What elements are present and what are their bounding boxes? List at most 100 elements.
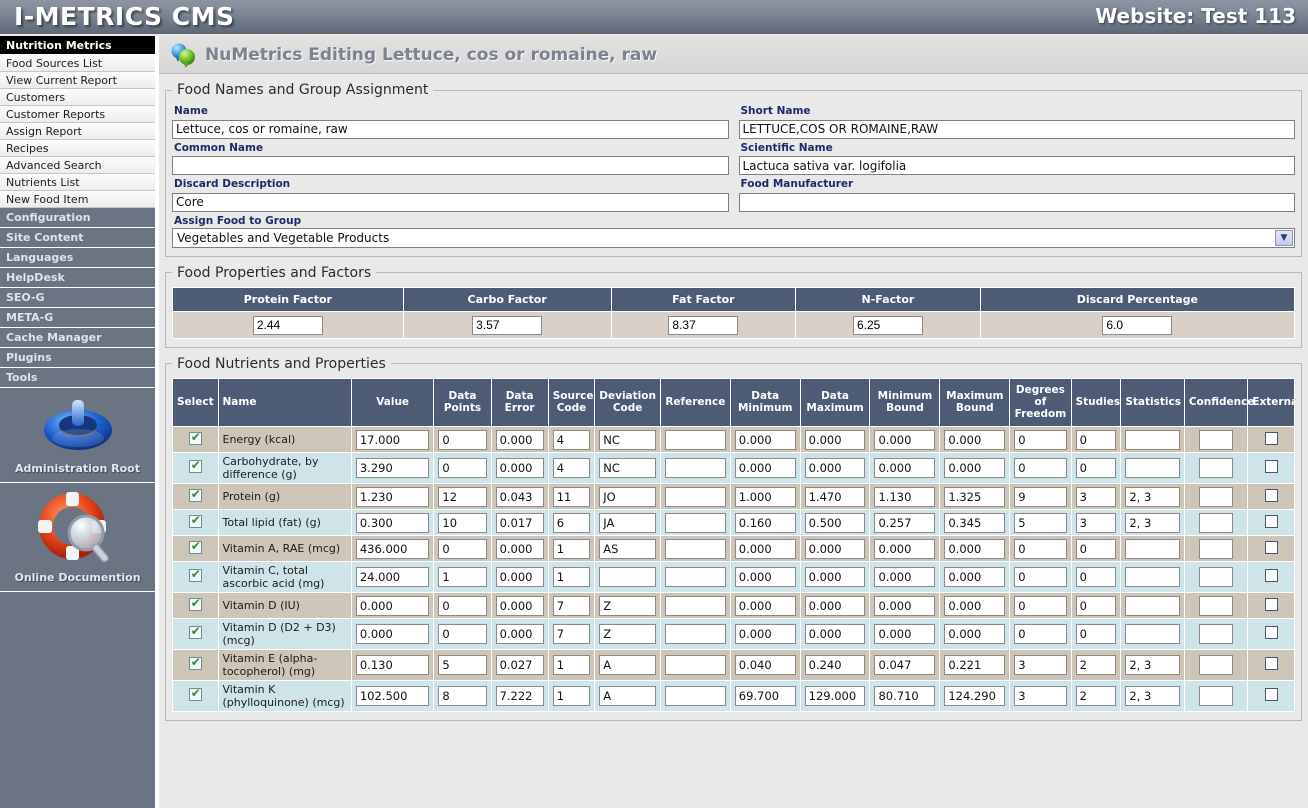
reference-input[interactable] — [665, 513, 726, 533]
maximum-bound-input[interactable] — [944, 430, 1005, 450]
deviation-code-input[interactable] — [599, 539, 656, 559]
row-select-checkbox[interactable] — [189, 688, 202, 701]
factor-input-n-factor[interactable] — [853, 316, 923, 335]
value-input[interactable] — [356, 655, 430, 675]
confidence-input[interactable] — [1199, 487, 1233, 507]
maximum-bound-input[interactable] — [944, 596, 1005, 616]
sidebar-tile-online-documentation[interactable]: Online Documention — [0, 483, 155, 592]
assign-food-to-group-select[interactable]: Vegetables and Vegetable Products — [172, 228, 1295, 248]
reference-input[interactable] — [665, 458, 726, 478]
statistics-input[interactable] — [1125, 596, 1180, 616]
source-code-input[interactable] — [553, 430, 591, 450]
reference-input[interactable] — [665, 430, 726, 450]
degrees-of-freedom-input[interactable] — [1014, 567, 1066, 587]
data-minimum-input[interactable] — [735, 487, 796, 507]
data-minimum-input[interactable] — [735, 513, 796, 533]
confidence-input[interactable] — [1199, 596, 1233, 616]
data-maximum-input[interactable] — [805, 539, 866, 559]
confidence-input[interactable] — [1199, 539, 1233, 559]
confidence-input[interactable] — [1199, 430, 1233, 450]
data-maximum-input[interactable] — [805, 487, 866, 507]
food-manufacturer-input[interactable] — [739, 193, 1296, 212]
maximum-bound-input[interactable] — [944, 539, 1005, 559]
confidence-input[interactable] — [1199, 655, 1233, 675]
external-checkbox[interactable] — [1265, 569, 1278, 582]
reference-input[interactable] — [665, 686, 726, 706]
degrees-of-freedom-input[interactable] — [1014, 487, 1066, 507]
deviation-code-input[interactable] — [599, 655, 656, 675]
reference-input[interactable] — [665, 487, 726, 507]
data-points-input[interactable] — [438, 513, 486, 533]
statistics-input[interactable] — [1125, 458, 1180, 478]
data-error-input[interactable] — [496, 430, 544, 450]
data-maximum-input[interactable] — [805, 430, 866, 450]
sidebar-section-cache-manager[interactable]: Cache Manager — [0, 328, 155, 348]
data-points-input[interactable] — [438, 487, 486, 507]
studies-input[interactable] — [1076, 624, 1117, 644]
data-points-input[interactable] — [438, 686, 486, 706]
value-input[interactable] — [356, 513, 430, 533]
sidebar-section-tools[interactable]: Tools — [0, 368, 155, 388]
name-input[interactable] — [172, 120, 729, 139]
studies-input[interactable] — [1076, 539, 1117, 559]
degrees-of-freedom-input[interactable] — [1014, 624, 1066, 644]
statistics-input[interactable] — [1125, 686, 1180, 706]
statistics-input[interactable] — [1125, 487, 1180, 507]
data-minimum-input[interactable] — [735, 655, 796, 675]
factor-input-protein-factor[interactable] — [253, 316, 323, 335]
sidebar-item-new-food-item[interactable]: New Food Item — [0, 191, 155, 208]
maximum-bound-input[interactable] — [944, 624, 1005, 644]
sidebar-item-recipes[interactable]: Recipes — [0, 140, 155, 157]
data-points-input[interactable] — [438, 655, 486, 675]
data-minimum-input[interactable] — [735, 624, 796, 644]
data-error-input[interactable] — [496, 624, 544, 644]
data-maximum-input[interactable] — [805, 458, 866, 478]
data-error-input[interactable] — [496, 596, 544, 616]
data-maximum-input[interactable] — [805, 624, 866, 644]
data-maximum-input[interactable] — [805, 513, 866, 533]
value-input[interactable] — [356, 567, 430, 587]
minimum-bound-input[interactable] — [874, 458, 935, 478]
degrees-of-freedom-input[interactable] — [1014, 655, 1066, 675]
row-select-checkbox[interactable] — [189, 657, 202, 670]
sidebar-item-nutrition-metrics[interactable]: Nutrition Metrics — [0, 36, 155, 55]
discard-description-input[interactable] — [172, 193, 729, 212]
minimum-bound-input[interactable] — [874, 686, 935, 706]
factor-input-fat-factor[interactable] — [668, 316, 738, 335]
data-maximum-input[interactable] — [805, 686, 866, 706]
data-minimum-input[interactable] — [735, 539, 796, 559]
deviation-code-input[interactable] — [599, 458, 656, 478]
studies-input[interactable] — [1076, 430, 1117, 450]
confidence-input[interactable] — [1199, 567, 1233, 587]
row-select-checkbox[interactable] — [189, 569, 202, 582]
degrees-of-freedom-input[interactable] — [1014, 596, 1066, 616]
studies-input[interactable] — [1076, 487, 1117, 507]
studies-input[interactable] — [1076, 458, 1117, 478]
data-points-input[interactable] — [438, 430, 486, 450]
source-code-input[interactable] — [553, 458, 591, 478]
reference-input[interactable] — [665, 567, 726, 587]
data-error-input[interactable] — [496, 513, 544, 533]
maximum-bound-input[interactable] — [944, 567, 1005, 587]
external-checkbox[interactable] — [1265, 598, 1278, 611]
reference-input[interactable] — [665, 596, 726, 616]
confidence-input[interactable] — [1199, 458, 1233, 478]
data-error-input[interactable] — [496, 458, 544, 478]
reference-input[interactable] — [665, 624, 726, 644]
external-checkbox[interactable] — [1265, 432, 1278, 445]
degrees-of-freedom-input[interactable] — [1014, 539, 1066, 559]
chevron-down-icon[interactable]: ▼ — [1275, 230, 1293, 246]
deviation-code-input[interactable] — [599, 686, 656, 706]
source-code-input[interactable] — [553, 539, 591, 559]
studies-input[interactable] — [1076, 513, 1117, 533]
data-minimum-input[interactable] — [735, 430, 796, 450]
sidebar-item-customer-reports[interactable]: Customer Reports — [0, 106, 155, 123]
sidebar-section-configuration[interactable]: Configuration — [0, 208, 155, 228]
external-checkbox[interactable] — [1265, 541, 1278, 554]
statistics-input[interactable] — [1125, 513, 1180, 533]
sidebar-section-helpdesk[interactable]: HelpDesk — [0, 268, 155, 288]
external-checkbox[interactable] — [1265, 515, 1278, 528]
data-minimum-input[interactable] — [735, 596, 796, 616]
deviation-code-input[interactable] — [599, 487, 656, 507]
minimum-bound-input[interactable] — [874, 655, 935, 675]
